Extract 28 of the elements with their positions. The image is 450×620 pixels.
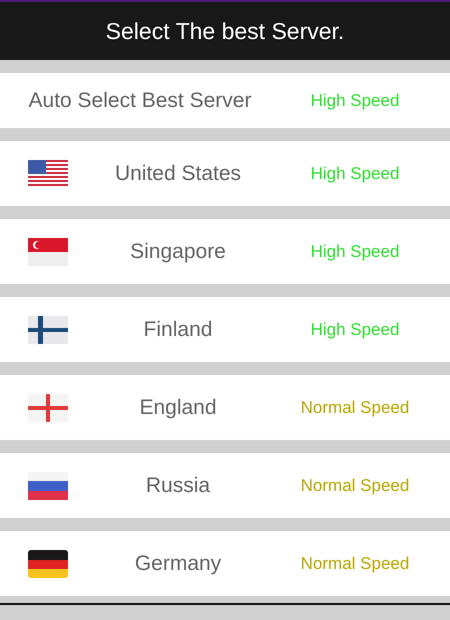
speed-label: Normal Speed	[300, 554, 410, 574]
flag-icon	[28, 160, 68, 188]
speed-label: High Speed	[310, 242, 400, 262]
server-row[interactable]: Auto Select Best Server High Speed	[0, 73, 450, 128]
title: Select The best Server.	[106, 18, 344, 44]
speed-label: Normal Speed	[300, 476, 410, 496]
server-name: Russia	[144, 474, 212, 498]
speed-label: High Speed	[310, 320, 400, 340]
flag-icon	[28, 316, 68, 344]
flag-icon	[28, 394, 68, 422]
server-name: England	[138, 396, 218, 420]
flag-icon	[28, 550, 68, 578]
server-name: Auto Select Best Server	[28, 88, 252, 112]
speed-label: High Speed	[310, 90, 400, 110]
speed-label: Normal Speed	[300, 398, 410, 418]
server-row[interactable]: Russia Normal Speed	[0, 453, 450, 518]
server-row[interactable]: Finland High Speed	[0, 297, 450, 362]
server-name: Finland	[142, 318, 214, 342]
server-name: Germany	[134, 552, 222, 576]
server-row[interactable]: United States High Speed	[0, 141, 450, 206]
server-row[interactable]: Germany Normal Speed	[0, 531, 450, 596]
flag-icon	[28, 238, 68, 266]
speed-label: High Speed	[310, 164, 400, 184]
server-row[interactable]: Singapore High Speed	[0, 219, 450, 284]
server-name: Singapore	[129, 240, 227, 264]
flag-icon	[28, 472, 68, 500]
server-name: United States	[114, 162, 242, 186]
server-row[interactable]: England Normal Speed	[0, 375, 450, 440]
